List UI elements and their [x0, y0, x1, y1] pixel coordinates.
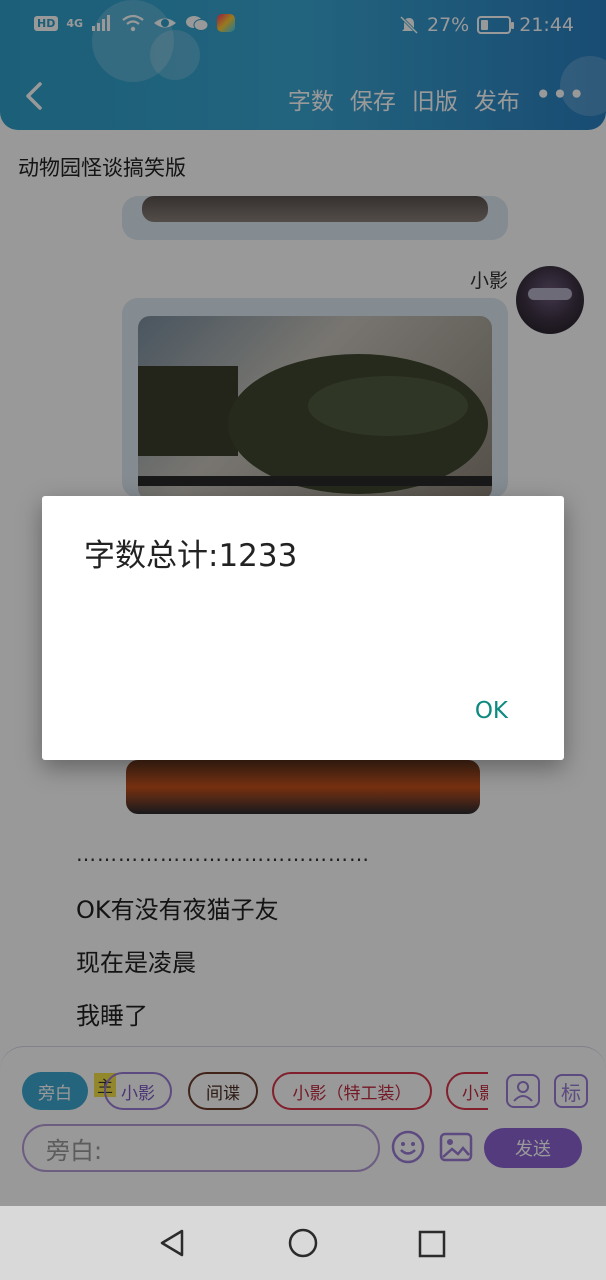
word-count-dialog: 字数总计:1233 OK	[42, 496, 564, 760]
nav-scrim	[0, 1206, 606, 1280]
dialog-message: 字数总计:1233	[84, 538, 298, 574]
ok-button[interactable]: OK	[475, 698, 508, 724]
